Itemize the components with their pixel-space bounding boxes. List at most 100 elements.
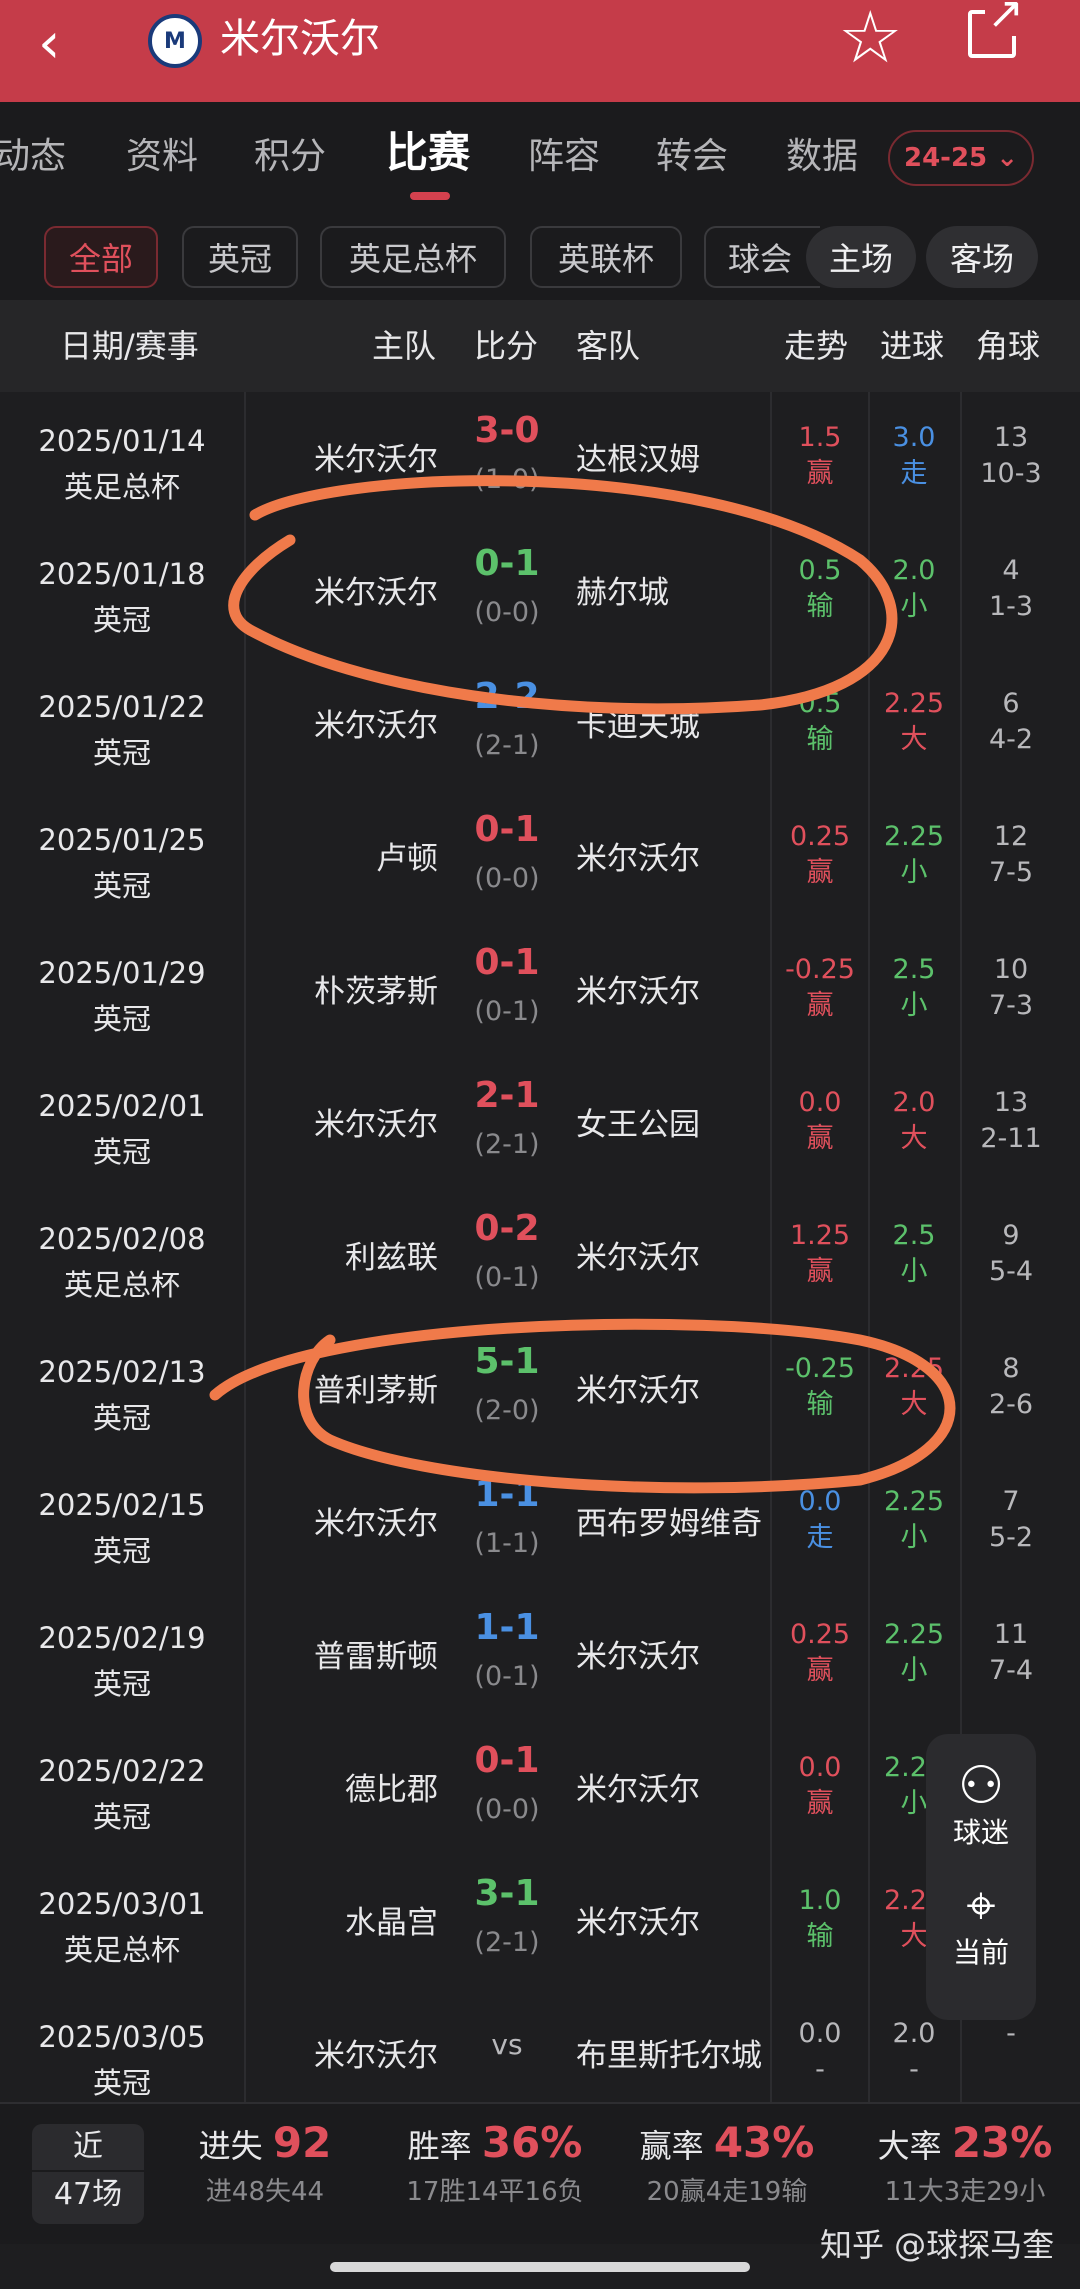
- filter-league-cup[interactable]: 英联杯: [530, 226, 682, 288]
- current-label[interactable]: 当前: [926, 1936, 1036, 1970]
- win-sub: 17胜14平16负: [406, 2177, 584, 2207]
- home-team[interactable]: 米尔沃尔: [250, 434, 438, 479]
- over-stat: 大率 23% 11大3走29小: [870, 2118, 1060, 2208]
- home-team[interactable]: 米尔沃尔: [250, 2030, 438, 2075]
- match-row[interactable]: 2025/03/01 英足总杯 水晶宫 3-1 (2-1) 米尔沃尔 1.0 输 2.25 大: [0, 1855, 1080, 1990]
- match-competition: 英足总杯: [63, 470, 180, 504]
- handicap-trend: 0.5 输: [772, 686, 868, 758]
- handicap-result: 输: [806, 1921, 834, 1952]
- goals-trend: 3.0 走: [866, 420, 962, 492]
- chevron-down-icon: ⌄: [996, 143, 1018, 173]
- corners: 11 7-4: [962, 1617, 1060, 1689]
- home-team[interactable]: 利兹联: [250, 1232, 438, 1277]
- goal-line: 2.0: [892, 1087, 936, 1118]
- full-time-score: 0-1: [474, 1740, 540, 1781]
- star-outline-icon[interactable]: ☆: [838, 1, 903, 73]
- half-time-score: (1-1): [474, 1528, 540, 1559]
- away-team[interactable]: 女王公园: [576, 1099, 766, 1144]
- corner-total: -: [1006, 2018, 1016, 2049]
- match-row[interactable]: 2025/02/15 英冠 米尔沃尔 1-1 (1-1) 西布罗姆维奇 0.0 走 2.25 小 7…: [0, 1456, 1080, 1591]
- filter-away[interactable]: 客场: [926, 226, 1038, 288]
- corner-total: 10: [993, 954, 1029, 985]
- tab-matches[interactable]: 比赛: [386, 128, 470, 178]
- tab-info[interactable]: 资料: [126, 132, 198, 182]
- home-team[interactable]: 德比郡: [250, 1764, 438, 1809]
- filter-home[interactable]: 主场: [806, 226, 916, 288]
- match-row[interactable]: 2025/01/18 英冠 米尔沃尔 0-1 (0-0) 赫尔城 0.5 输 2.0 小 4 1-3: [0, 525, 1080, 660]
- match-row[interactable]: 2025/01/29 英冠 朴茨茅斯 0-1 (0-1) 米尔沃尔 -0.25 赢 2.5 小 10…: [0, 924, 1080, 1059]
- match-row[interactable]: 2025/02/08 英足总杯 利兹联 0-2 (0-1) 米尔沃尔 1.25 赢 2.5 小 9 5…: [0, 1190, 1080, 1325]
- recent-selector[interactable]: 近 47场: [32, 2124, 144, 2224]
- filter-club[interactable]: 球会: [704, 226, 820, 288]
- handicap-trend: 1.5 赢: [772, 420, 868, 492]
- home-indicator[interactable]: [330, 2262, 750, 2272]
- away-team[interactable]: 米尔沃尔: [576, 1897, 766, 1942]
- tab-data[interactable]: 数据: [786, 132, 858, 182]
- tab-squad[interactable]: 阵容: [528, 132, 600, 182]
- home-team[interactable]: 朴茨茅斯: [250, 966, 438, 1011]
- tab-dynamic[interactable]: 动态: [0, 132, 66, 182]
- half-time-score: (0-1): [474, 1661, 540, 1692]
- match-row[interactable]: 2025/02/01 英冠 米尔沃尔 2-1 (2-1) 女王公园 0.0 赢 2.0 大 13 2-…: [0, 1057, 1080, 1192]
- match-competition: 英足总杯: [63, 1268, 180, 1302]
- corner-total: 8: [1002, 1353, 1020, 1384]
- divider: [244, 924, 246, 1057]
- home-team[interactable]: 普雷斯顿: [250, 1631, 438, 1676]
- home-team[interactable]: 水晶宫: [250, 1897, 438, 1942]
- away-team[interactable]: 达根汉姆: [576, 434, 766, 479]
- home-team[interactable]: 普利茅斯: [250, 1365, 438, 1410]
- away-team[interactable]: 米尔沃尔: [576, 1631, 766, 1676]
- home-team[interactable]: 卢顿: [250, 833, 438, 878]
- match-competition: 英冠: [92, 603, 151, 637]
- match-competition: 英冠: [92, 1667, 151, 1701]
- match-row[interactable]: 2025/01/25 英冠 卢顿 0-1 (0-0) 米尔沃尔 0.25 赢 2.25 小 12 7-…: [0, 791, 1080, 926]
- match-competition: 英冠: [92, 1002, 151, 1036]
- filter-all[interactable]: 全部: [44, 226, 158, 288]
- fans-icon[interactable]: ⚇: [926, 1756, 1036, 1816]
- divider: [244, 658, 246, 791]
- away-team[interactable]: 米尔沃尔: [576, 966, 766, 1011]
- handicap-result: 赢: [806, 1788, 834, 1819]
- share-icon[interactable]: [968, 0, 1026, 58]
- full-time-score: 3-0: [474, 410, 540, 451]
- filter-championship[interactable]: 英冠: [182, 226, 298, 288]
- filter-fa-cup[interactable]: 英足总杯: [320, 226, 506, 288]
- match-row[interactable]: 2025/01/14 英足总杯 米尔沃尔 3-0 (1-0) 达根汉姆 1.5 赢 3.0 走 13…: [0, 392, 1080, 527]
- goals-trend: 2.5 小: [866, 1218, 962, 1290]
- goal-result: 大: [900, 1123, 928, 1154]
- away-team[interactable]: 赫尔城: [576, 567, 766, 612]
- tab-standings[interactable]: 积分: [254, 132, 326, 182]
- away-team[interactable]: 米尔沃尔: [576, 1365, 766, 1410]
- half-time-score: (2-1): [474, 730, 540, 761]
- home-team[interactable]: 米尔沃尔: [250, 567, 438, 612]
- corner-split: 7-3: [988, 990, 1034, 1021]
- fans-label[interactable]: 球迷: [926, 1816, 1036, 1850]
- tab-transfers[interactable]: 转会: [656, 132, 728, 182]
- away-team[interactable]: 卡迪夫城: [576, 700, 766, 745]
- page-title: 米尔沃尔: [220, 16, 380, 62]
- home-team[interactable]: 米尔沃尔: [250, 700, 438, 745]
- away-team[interactable]: 米尔沃尔: [576, 1232, 766, 1277]
- chevron-left-icon[interactable]: ‹: [38, 14, 60, 74]
- home-team[interactable]: 米尔沃尔: [250, 1498, 438, 1543]
- match-row[interactable]: 2025/02/19 英冠 普雷斯顿 1-1 (0-1) 米尔沃尔 0.25 赢 2.25 小 11…: [0, 1589, 1080, 1724]
- corners: -: [962, 2016, 1060, 2052]
- match-row[interactable]: 2025/02/13 英冠 普利茅斯 5-1 (2-0) 米尔沃尔 -0.25 输 2.25 大 8…: [0, 1323, 1080, 1458]
- app-header: ‹ M 米尔沃尔 ☆: [0, 0, 1080, 102]
- goals-trend: 2.5 小: [866, 952, 962, 1024]
- match-row[interactable]: 2025/02/22 英冠 德比郡 0-1 (0-0) 米尔沃尔 0.0 赢 2.25 小: [0, 1722, 1080, 1857]
- handicap-line: -0.25: [785, 1353, 855, 1384]
- away-team[interactable]: 米尔沃尔: [576, 833, 766, 878]
- away-team[interactable]: 米尔沃尔: [576, 1764, 766, 1809]
- win-label: 胜率: [407, 2127, 472, 2165]
- corner-total: 4: [1002, 555, 1020, 586]
- away-team[interactable]: 西布罗姆维奇: [576, 1498, 766, 1543]
- season-selector[interactable]: 24-25 ⌄: [888, 130, 1034, 186]
- home-team[interactable]: 米尔沃尔: [250, 1099, 438, 1144]
- divider: [244, 791, 246, 924]
- match-row[interactable]: 2025/01/22 英冠 米尔沃尔 2-2 (2-1) 卡迪夫城 0.5 输 2.25 大 6 4-…: [0, 658, 1080, 793]
- away-team[interactable]: 布里斯托尔城: [576, 2030, 766, 2075]
- crosshair-icon[interactable]: ⌖: [926, 1876, 1036, 1936]
- goal-line: 2.25: [883, 1619, 945, 1650]
- divider: [244, 1589, 246, 1722]
